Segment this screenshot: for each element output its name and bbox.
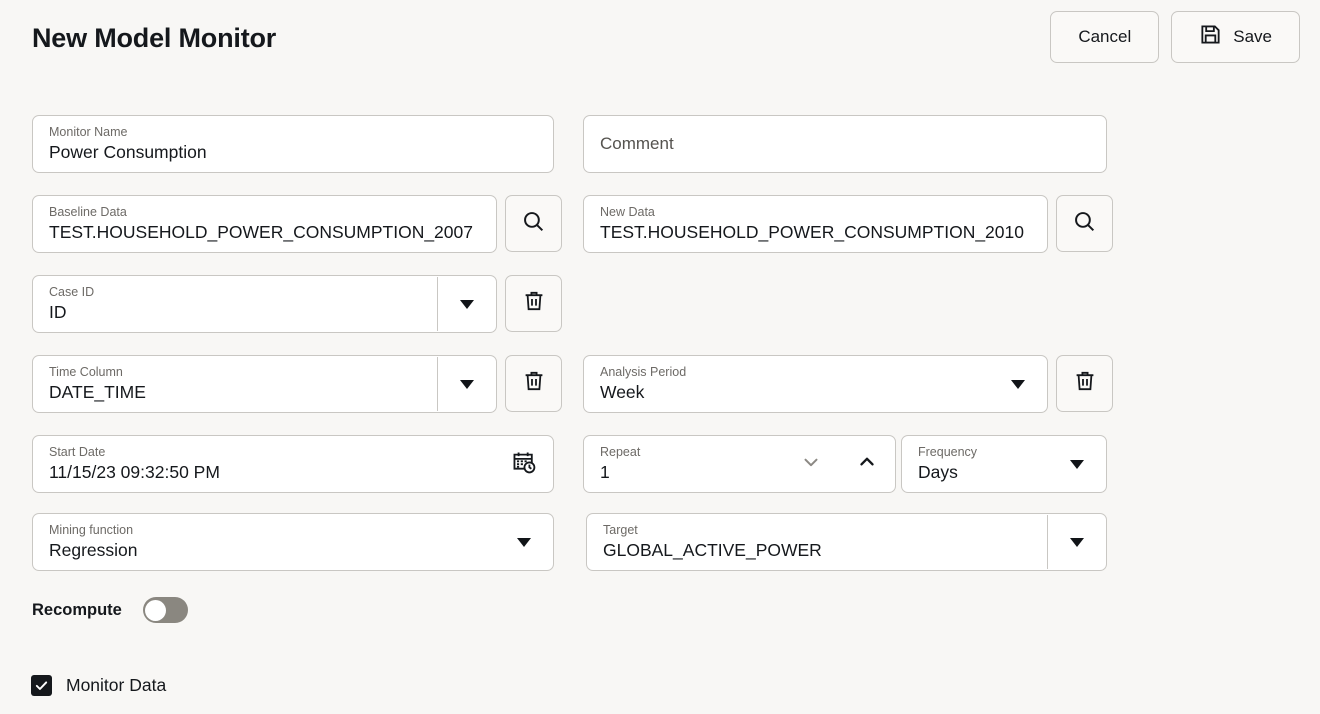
analysis-period-value: Week <box>600 382 645 402</box>
chevron-down-icon <box>800 451 822 478</box>
row-analysis-period: Analysis Period Week <box>583 355 1113 413</box>
search-icon <box>1072 209 1097 239</box>
trash-icon <box>522 369 546 398</box>
case-id-affordances <box>437 276 496 332</box>
time-column-value: DATE_TIME <box>49 382 146 402</box>
calendar-clock-icon <box>511 449 537 480</box>
new-model-monitor-page: New Model Monitor Cancel Save Monitor Na… <box>0 0 1320 714</box>
new-data-field[interactable]: New Data TEST.HOUSEHOLD_POWER_CONSUMPTIO… <box>583 195 1048 253</box>
case-id-field[interactable]: Case ID ID <box>32 275 497 333</box>
row-baseline-data: Baseline Data TEST.HOUSEHOLD_POWER_CONSU… <box>32 195 562 253</box>
comment-placeholder: Comment <box>600 134 674 153</box>
time-column-field[interactable]: Time Column DATE_TIME <box>32 355 497 413</box>
repeat-decrement-button[interactable] <box>783 436 839 492</box>
trash-icon <box>1073 369 1097 398</box>
monitor-name-field[interactable]: Monitor Name Power Consumption <box>32 115 554 173</box>
recompute-toggle[interactable] <box>142 597 188 623</box>
chevron-down-icon <box>1011 379 1025 389</box>
time-column-label: Time Column <box>49 365 123 379</box>
comment-field[interactable]: Comment <box>583 115 1107 173</box>
target-dropdown-button[interactable] <box>1048 514 1106 570</box>
row-target: Target GLOBAL_ACTIVE_POWER <box>586 513 1107 571</box>
mining-function-value: Regression <box>49 540 138 560</box>
frequency-dropdown-button[interactable] <box>1048 436 1106 492</box>
chevron-down-icon <box>460 379 474 389</box>
case-id-dropdown-button[interactable] <box>438 276 496 332</box>
monitor-data-label: Monitor Data <box>66 675 167 695</box>
target-label: Target <box>603 523 638 537</box>
target-value: GLOBAL_ACTIVE_POWER <box>603 540 822 560</box>
analysis-period-affordances <box>989 356 1047 412</box>
monitor-form: Monitor Name Power Consumption Comment B… <box>0 0 1320 714</box>
baseline-data-search-button[interactable] <box>505 195 562 252</box>
row-mining-function: Mining function Regression <box>32 513 554 571</box>
recompute-row: Recompute <box>32 597 188 623</box>
frequency-affordances <box>1048 436 1106 492</box>
monitor-name-label: Monitor Name <box>49 125 128 139</box>
chevron-down-icon <box>517 537 531 547</box>
frequency-field[interactable]: Frequency Days <box>901 435 1107 493</box>
repeat-field[interactable]: Repeat 1 <box>583 435 896 493</box>
trash-icon <box>522 289 546 318</box>
analysis-period-label: Analysis Period <box>600 365 687 379</box>
baseline-data-value: TEST.HOUSEHOLD_POWER_CONSUMPTION_2007 <box>49 222 473 242</box>
start-date-picker-button[interactable] <box>495 436 553 492</box>
target-field[interactable]: Target GLOBAL_ACTIVE_POWER <box>586 513 1107 571</box>
monitor-data-checkbox[interactable] <box>31 675 52 696</box>
target-affordances <box>1047 514 1106 570</box>
time-column-dropdown-button[interactable] <box>438 356 496 412</box>
case-id-delete-button[interactable] <box>505 275 562 332</box>
case-id-label: Case ID <box>49 285 95 299</box>
row-monitor-name: Monitor Name Power Consumption <box>32 115 554 173</box>
monitor-data-row[interactable]: Monitor Data <box>31 675 166 696</box>
row-case-id: Case ID ID <box>32 275 562 333</box>
analysis-period-dropdown-button[interactable] <box>989 356 1047 412</box>
start-date-value: 11/15/23 09:32:50 PM <box>49 462 220 482</box>
chevron-down-icon <box>1070 459 1084 469</box>
toggle-knob <box>145 599 167 621</box>
repeat-increment-button[interactable] <box>839 436 895 492</box>
case-id-value: ID <box>49 302 67 322</box>
baseline-data-label: Baseline Data <box>49 205 127 219</box>
search-icon <box>521 209 546 239</box>
start-date-affordances <box>495 436 553 492</box>
time-column-affordances <box>437 356 496 412</box>
analysis-period-delete-button[interactable] <box>1056 355 1113 412</box>
check-icon <box>35 681 48 690</box>
new-data-search-button[interactable] <box>1056 195 1113 252</box>
row-repeat: Repeat 1 <box>583 435 896 493</box>
new-data-label: New Data <box>600 205 655 219</box>
row-comment: Comment <box>583 115 1107 173</box>
time-column-delete-button[interactable] <box>505 355 562 412</box>
start-date-field[interactable]: Start Date 11/15/23 09:32:50 PM <box>32 435 554 493</box>
repeat-stepper <box>783 436 895 492</box>
chevron-down-icon <box>460 299 474 309</box>
chevron-up-icon <box>856 451 878 478</box>
new-data-value: TEST.HOUSEHOLD_POWER_CONSUMPTION_2010 <box>600 222 1024 242</box>
analysis-period-field[interactable]: Analysis Period Week <box>583 355 1048 413</box>
mining-function-dropdown-button[interactable] <box>495 514 553 570</box>
row-new-data: New Data TEST.HOUSEHOLD_POWER_CONSUMPTIO… <box>583 195 1113 253</box>
chevron-down-icon <box>1070 537 1084 547</box>
baseline-data-field[interactable]: Baseline Data TEST.HOUSEHOLD_POWER_CONSU… <box>32 195 497 253</box>
mining-function-field[interactable]: Mining function Regression <box>32 513 554 571</box>
start-date-label: Start Date <box>49 445 106 459</box>
monitor-name-value: Power Consumption <box>49 142 207 162</box>
mining-function-label: Mining function <box>49 523 134 537</box>
row-start-date: Start Date 11/15/23 09:32:50 PM <box>32 435 554 493</box>
recompute-label: Recompute <box>32 600 122 619</box>
row-frequency: Frequency Days <box>901 435 1107 493</box>
mining-function-affordances <box>495 514 553 570</box>
row-time-column: Time Column DATE_TIME <box>32 355 562 413</box>
